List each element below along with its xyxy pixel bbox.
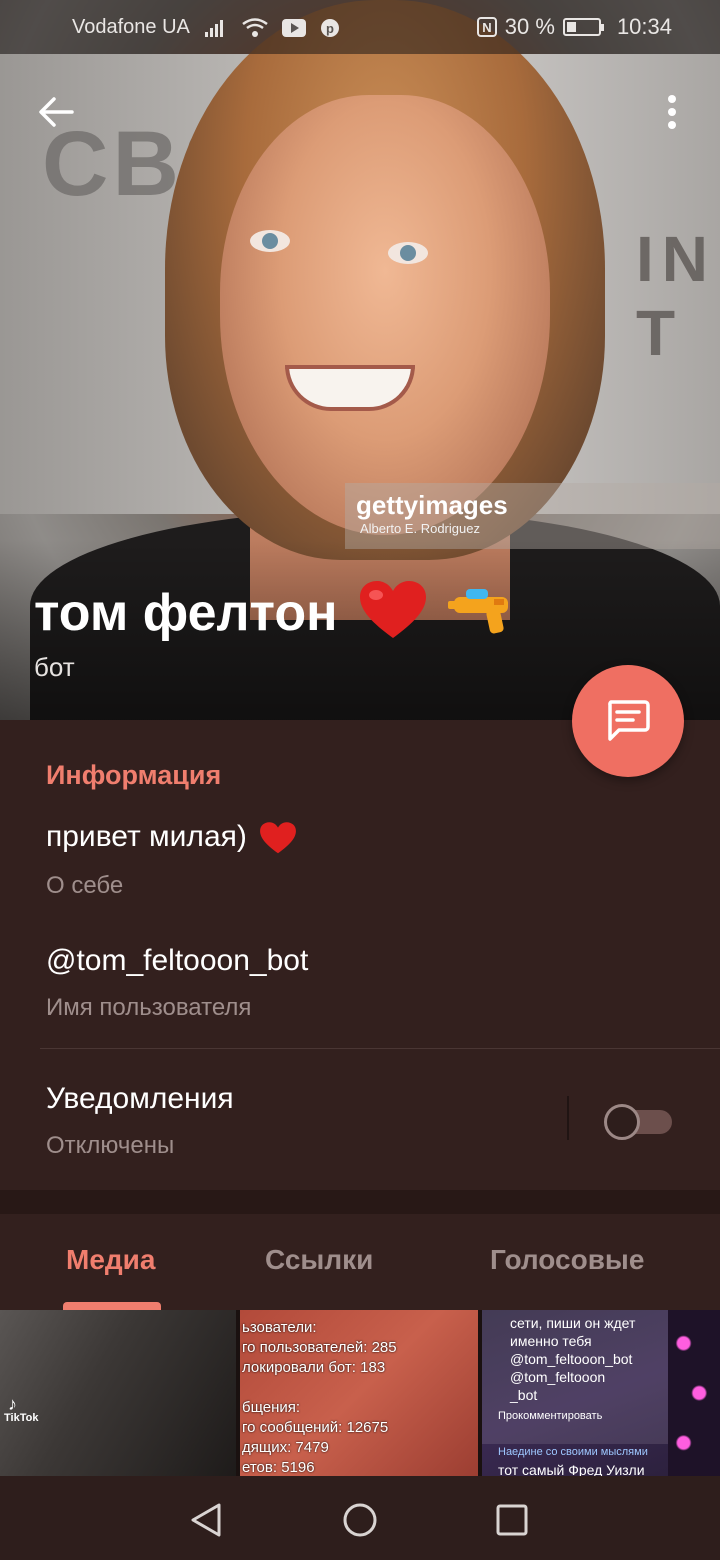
svg-text:N: N	[482, 20, 491, 35]
tiktok-label: TikTok	[4, 1412, 39, 1424]
pinterest-icon: p	[320, 18, 340, 38]
back-button[interactable]	[30, 86, 82, 138]
media-thumb[interactable]: ♪ TikTok	[0, 1310, 236, 1476]
thumb-text: сети, пиши он ждет именно тебя @tom_felt…	[510, 1315, 636, 1403]
nav-recents-button[interactable]	[484, 1492, 540, 1548]
notifications-title[interactable]: Уведомления	[46, 1082, 234, 1116]
media-tabs: Медиа Ссылки Голосовые	[0, 1214, 720, 1310]
status-bar: Vodafone UA p N 30 % 10:34	[0, 0, 720, 54]
triangle-back-icon	[191, 1503, 221, 1537]
photo-eye	[388, 242, 428, 264]
thumb-text: ьзователи: го пользователей: 285 локиров…	[242, 1319, 397, 1476]
tab-media[interactable]: Медиа	[66, 1244, 155, 1276]
media-grid: ♪ TikTok ьзователи: го пользователей: 28…	[0, 1310, 720, 1476]
tab-indicator	[63, 1302, 161, 1310]
nav-home-button[interactable]	[332, 1492, 388, 1548]
media-thumb[interactable]: сети, пиши он ждет именно тебя @tom_felt…	[482, 1310, 720, 1476]
wifi-icon	[242, 17, 268, 38]
toggle-knob	[604, 1104, 640, 1140]
circle-home-icon	[343, 1503, 377, 1537]
more-options-button[interactable]	[650, 86, 694, 138]
photo-face	[220, 95, 550, 535]
arrow-left-icon	[39, 97, 74, 127]
nfc-icon: N	[476, 17, 497, 37]
thumb-comment: Прокомментировать	[498, 1410, 603, 1422]
photo-backdrop-text: IN T	[636, 223, 716, 369]
clock: 10:34	[616, 14, 672, 39]
sparkle-decoration	[668, 1310, 720, 1476]
info-section: Информация привет милая) О себе @tom_fel…	[0, 720, 720, 1190]
carrier-label: Vodafone UA	[72, 16, 190, 38]
thumb-link: Наедине со своими мыслями	[498, 1446, 648, 1458]
username-label: Имя пользователя	[46, 994, 252, 1021]
section-title: Информация	[46, 760, 222, 790]
youtube-icon	[281, 18, 306, 37]
square-recents-icon	[496, 1504, 528, 1536]
notifications-status: Отключены	[46, 1132, 175, 1159]
photo-eye	[250, 230, 290, 252]
battery-icon	[562, 18, 604, 36]
username-value[interactable]: @tom_feltooon_bot	[46, 944, 308, 978]
bio-value[interactable]: привет милая)	[46, 820, 297, 855]
vertical-divider	[567, 1096, 569, 1140]
section-gap	[0, 1190, 720, 1214]
notifications-toggle[interactable]	[604, 1104, 672, 1140]
profile-name-text: том фелтон	[34, 584, 338, 643]
thumb-footer: тот самый Фред Уизли	[498, 1462, 645, 1476]
message-button[interactable]	[572, 665, 684, 777]
battery-percent: 30 %	[504, 14, 555, 39]
profile-subtitle: бот	[34, 652, 75, 682]
watermark-logo: gettyimages	[356, 490, 508, 520]
bio-label: О себе	[46, 872, 124, 899]
water-pistol-icon	[448, 585, 518, 648]
message-icon	[608, 700, 650, 741]
tab-voice[interactable]: Голосовые	[490, 1244, 644, 1276]
tab-links[interactable]: Ссылки	[265, 1244, 373, 1276]
heart-icon	[260, 822, 297, 854]
svg-text:p: p	[326, 21, 334, 36]
more-vertical-icon	[668, 95, 676, 129]
profile-name: том фелтон	[34, 580, 518, 653]
watermark-credit: Alberto E. Rodriguez	[360, 521, 480, 536]
heart-icon	[358, 580, 428, 653]
nav-back-button[interactable]	[178, 1492, 234, 1548]
signal-icon	[204, 18, 228, 38]
bio-text: привет милая)	[46, 820, 247, 853]
divider	[40, 1048, 720, 1049]
media-thumb[interactable]: ьзователи: го пользователей: 285 локиров…	[240, 1310, 478, 1476]
navigation-bar	[0, 1476, 720, 1560]
